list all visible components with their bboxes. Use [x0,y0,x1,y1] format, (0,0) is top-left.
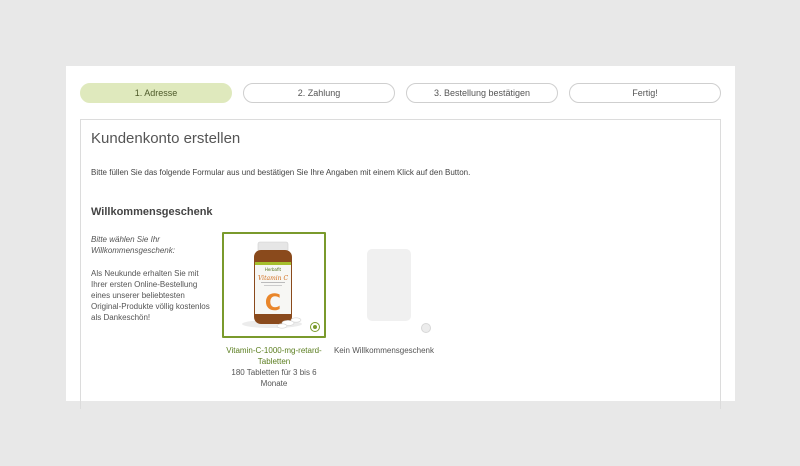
gift-option-image-frame[interactable] [332,232,436,338]
account-panel: Kundenkonto erstellen Bitte füllen Sie d… [80,119,721,409]
bottle-brand-label: Herbafit [265,267,282,272]
bottle-big-letter: C [265,291,281,316]
step-done[interactable]: Fertig! [569,83,721,103]
page-title: Kundenkonto erstellen [91,130,241,147]
vitamin-c-bottle-image: Herbafit Vitamin C C [242,241,302,329]
welcome-gift-description: Als Neukunde erhalten Sie mit Ihrer erst… [91,269,210,322]
intro-text: Bitte füllen Sie das folgende Formular a… [91,168,471,177]
gift-name-link[interactable]: Vitamin-C-1000-mg-retard-Tabletten [222,345,326,367]
empty-product-placeholder [367,249,411,321]
gift-radio-unselected[interactable] [421,323,431,333]
checkout-steps: 1. Adresse 2. Zahlung 3. Bestellung best… [80,83,723,103]
gift-radio-selected[interactable] [310,322,320,332]
gift-option-none[interactable]: Kein Willkommensgeschenk [332,232,442,356]
gift-option-vitamin-c[interactable]: Herbafit Vitamin C C Vitamin-C-1000-mg-r… [222,232,332,389]
bottle-product-label: Vitamin C [258,275,289,282]
step-address[interactable]: 1. Adresse [80,83,232,103]
gift-option-image-frame[interactable]: Herbafit Vitamin C C [222,232,326,338]
gift-name: Kein Willkommensgeschenk [333,346,435,355]
gift-detail: 180 Tabletten für 3 bis 6 Monate [231,368,317,388]
checkout-page: 1. Adresse 2. Zahlung 3. Bestellung best… [66,66,735,409]
step-confirm-order[interactable]: 3. Bestellung bestätigen [406,83,558,103]
welcome-gift-title: Willkommensgeschenk [91,206,213,218]
welcome-gift-prompt: Bitte wählen Sie Ihr Willkommensgeschenk… [91,235,175,255]
step-payment[interactable]: 2. Zahlung [243,83,395,103]
